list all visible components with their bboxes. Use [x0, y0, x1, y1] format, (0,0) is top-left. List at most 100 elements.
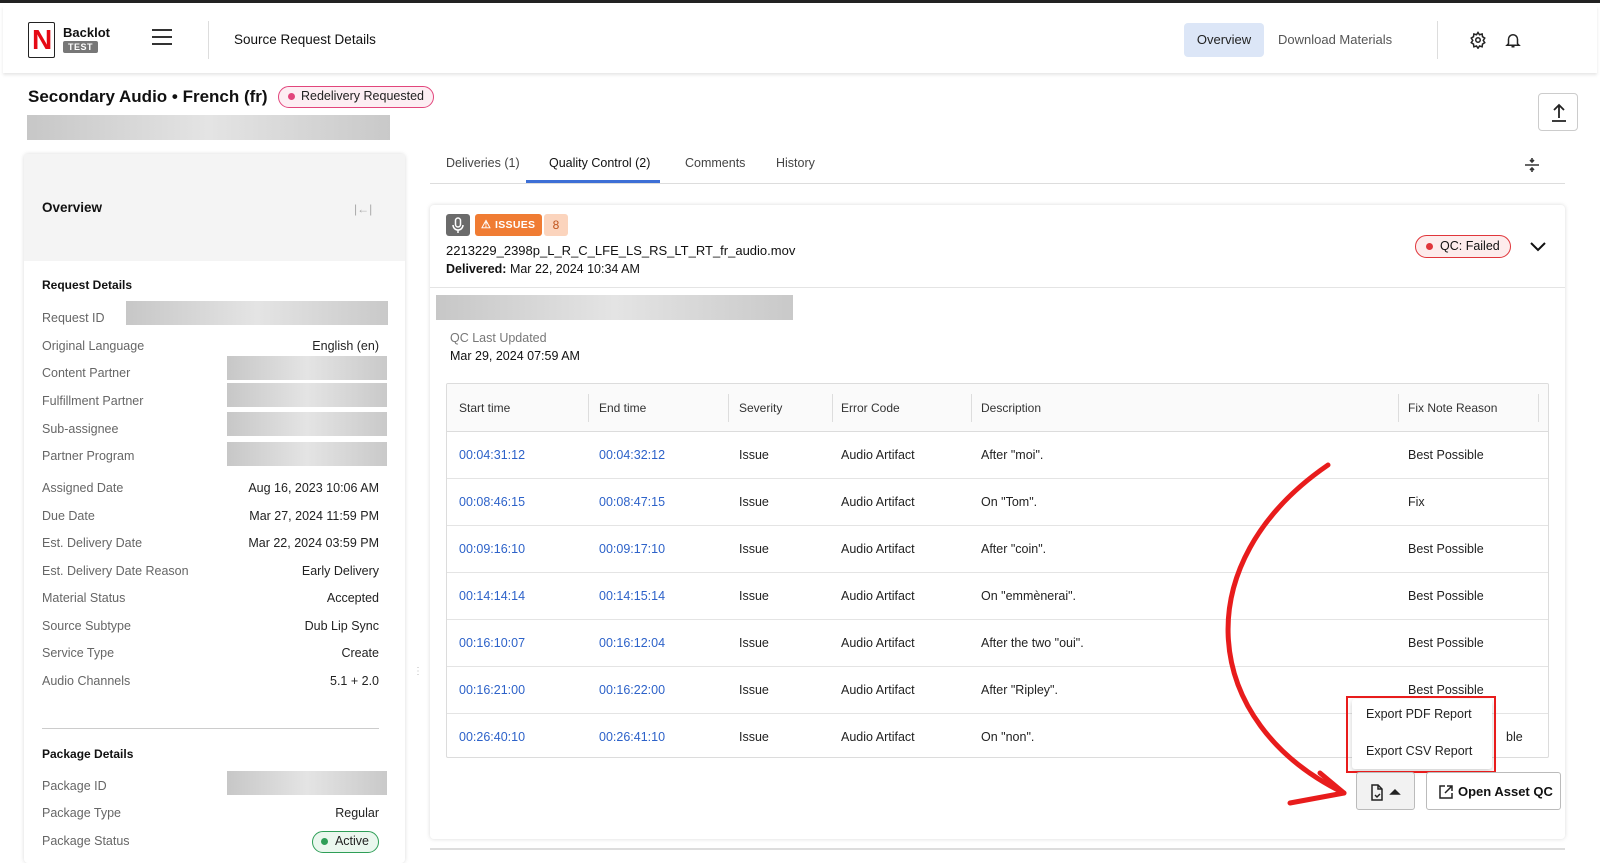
external-link-icon: [1439, 785, 1453, 799]
detail-label: Audio Channels: [42, 674, 131, 688]
fix-note-cell: Best Possible: [1408, 542, 1484, 556]
package-details-title: Package Details: [42, 747, 134, 761]
gear-icon[interactable]: [1469, 31, 1487, 49]
table-row[interactable]: 00:09:16:10 00:09:17:10 Issue Audio Arti…: [447, 526, 1548, 573]
redacted-info: [436, 295, 793, 320]
detail-label: Package Status: [42, 834, 130, 848]
redacted-value: [227, 412, 387, 436]
upload-icon: [1552, 103, 1566, 122]
error-code-cell: Audio Artifact: [841, 589, 915, 603]
tab-quality-control[interactable]: Quality Control (2): [549, 156, 650, 170]
detail-label: Content Partner: [42, 366, 131, 380]
collapse-all-icon[interactable]: [1523, 156, 1541, 174]
column-separator: [728, 394, 729, 422]
description-cell: On "non".: [981, 730, 1035, 744]
delivered-line: Delivered: Mar 22, 2024 10:34 AM: [446, 262, 640, 276]
detail-value: Early Delivery: [301, 564, 379, 578]
description-cell: After the two "oui".: [981, 636, 1084, 650]
menu-icon[interactable]: [152, 29, 172, 45]
bell-icon[interactable]: [1504, 31, 1522, 49]
start-time-link[interactable]: 00:04:31:12: [459, 448, 525, 462]
column-header[interactable]: Severity: [739, 401, 782, 415]
error-code-cell: Audio Artifact: [841, 683, 915, 697]
severity-cell: Issue: [739, 448, 769, 462]
file-export-icon: [1371, 784, 1401, 801]
redacted-value: [126, 301, 388, 325]
upload-button[interactable]: [1538, 93, 1578, 131]
column-header[interactable]: Description: [981, 401, 1041, 415]
detail-label: Service Type: [42, 646, 115, 660]
column-separator: [1398, 394, 1399, 422]
column-header[interactable]: Error Code: [841, 401, 900, 415]
detail-label: Package Type: [42, 806, 121, 820]
delivered-label: Delivered:: [446, 262, 507, 276]
export-report-button[interactable]: [1356, 772, 1415, 810]
detail-tabs: Deliveries (1) Quality Control (2) Comme…: [430, 148, 1565, 184]
qc-status-badge: QC: Failed: [1415, 235, 1511, 258]
table-row[interactable]: 00:14:14:14 00:14:15:14 Issue Audio Arti…: [447, 573, 1548, 620]
qc-last-updated-value: Mar 29, 2024 07:59 AM: [450, 349, 580, 363]
description-cell: After "coin".: [981, 542, 1047, 556]
package-status-badge: Active: [311, 831, 379, 853]
collapse-panel-icon[interactable]: |←|: [354, 202, 372, 216]
end-time-link[interactable]: 00:09:17:10: [599, 542, 665, 556]
detail-label: Due Date: [42, 509, 95, 523]
start-time-link[interactable]: 00:14:14:14: [459, 589, 525, 603]
overview-panel-header: Overview |←|: [24, 154, 405, 261]
start-time-link[interactable]: 00:26:40:10: [459, 730, 525, 744]
column-header[interactable]: End time: [599, 401, 646, 415]
overview-panel: Overview |←| Request Details Request ID …: [24, 154, 405, 863]
nav-divider: [208, 21, 209, 59]
netflix-logo[interactable]: N: [28, 22, 55, 58]
fix-note-cell: Fix: [1408, 495, 1425, 509]
tab-history[interactable]: History: [776, 156, 815, 170]
detail-value: Create: [341, 646, 379, 660]
start-time-link[interactable]: 00:09:16:10: [459, 542, 525, 556]
tab-deliveries[interactable]: Deliveries (1): [446, 156, 520, 170]
end-time-link[interactable]: 00:16:12:04: [599, 636, 665, 650]
detail-value: Mar 22, 2024 03:59 PM: [248, 536, 379, 550]
issues-badge: ⚠ ISSUES: [475, 214, 543, 236]
nav-tab-download-materials[interactable]: Download Materials: [1278, 32, 1392, 47]
resize-handle-icon[interactable]: ⋮: [413, 666, 423, 677]
column-header[interactable]: Fix Note Reason: [1408, 401, 1497, 415]
open-asset-qc-label: Open Asset QC: [1458, 784, 1553, 799]
end-time-link[interactable]: 00:14:15:14: [599, 589, 665, 603]
nav-tab-overview[interactable]: Overview: [1184, 23, 1264, 57]
error-code-cell: Audio Artifact: [841, 495, 915, 509]
redacted-value: [227, 383, 387, 407]
qc-last-updated-label: QC Last Updated: [450, 331, 547, 345]
end-time-link[interactable]: 00:16:22:00: [599, 683, 665, 697]
table-row[interactable]: 00:04:31:12 00:04:32:12 Issue Audio Arti…: [447, 432, 1548, 479]
start-time-link[interactable]: 00:16:10:07: [459, 636, 525, 650]
active-tab-indicator: [526, 180, 660, 183]
top-nav: N Backlot TEST Source Request Details Ov…: [3, 6, 1597, 73]
detail-value: Regular: [335, 806, 379, 820]
brand-name: Backlot: [63, 25, 110, 40]
end-time-link[interactable]: 00:08:47:15: [599, 495, 665, 509]
open-asset-qc-button[interactable]: Open Asset QC: [1426, 772, 1561, 810]
microphone-icon: [446, 214, 470, 236]
column-header[interactable]: Start time: [459, 401, 510, 415]
column-separator: [588, 394, 589, 422]
end-time-link[interactable]: 00:04:32:12: [599, 448, 665, 462]
detail-label: Original Language: [42, 339, 145, 353]
error-code-cell: Audio Artifact: [841, 636, 915, 650]
start-time-link[interactable]: 00:16:21:00: [459, 683, 525, 697]
table-row[interactable]: 00:08:46:15 00:08:47:15 Issue Audio Arti…: [447, 479, 1548, 526]
detail-label: Fulfillment Partner: [42, 394, 144, 408]
card-divider: [430, 287, 1565, 288]
qc-card: ⚠ ISSUES 8 2213229_2398p_L_R_C_LFE_LS_RS_…: [430, 205, 1565, 839]
severity-cell: Issue: [739, 589, 769, 603]
error-code-cell: Audio Artifact: [841, 448, 915, 462]
end-time-link[interactable]: 00:26:41:10: [599, 730, 665, 744]
detail-label: Est. Delivery Date Reason: [42, 564, 189, 578]
tab-comments[interactable]: Comments: [685, 156, 745, 170]
redacted-value: [227, 771, 387, 795]
chevron-down-icon[interactable]: [1527, 235, 1549, 257]
table-row[interactable]: 00:16:10:07 00:16:12:04 Issue Audio Arti…: [447, 620, 1548, 667]
start-time-link[interactable]: 00:08:46:15: [459, 495, 525, 509]
request-details-title: Request Details: [42, 278, 133, 292]
column-separator: [1538, 394, 1539, 422]
file-name: 2213229_2398p_L_R_C_LFE_LS_RS_LT_RT_fr_a…: [446, 243, 796, 258]
